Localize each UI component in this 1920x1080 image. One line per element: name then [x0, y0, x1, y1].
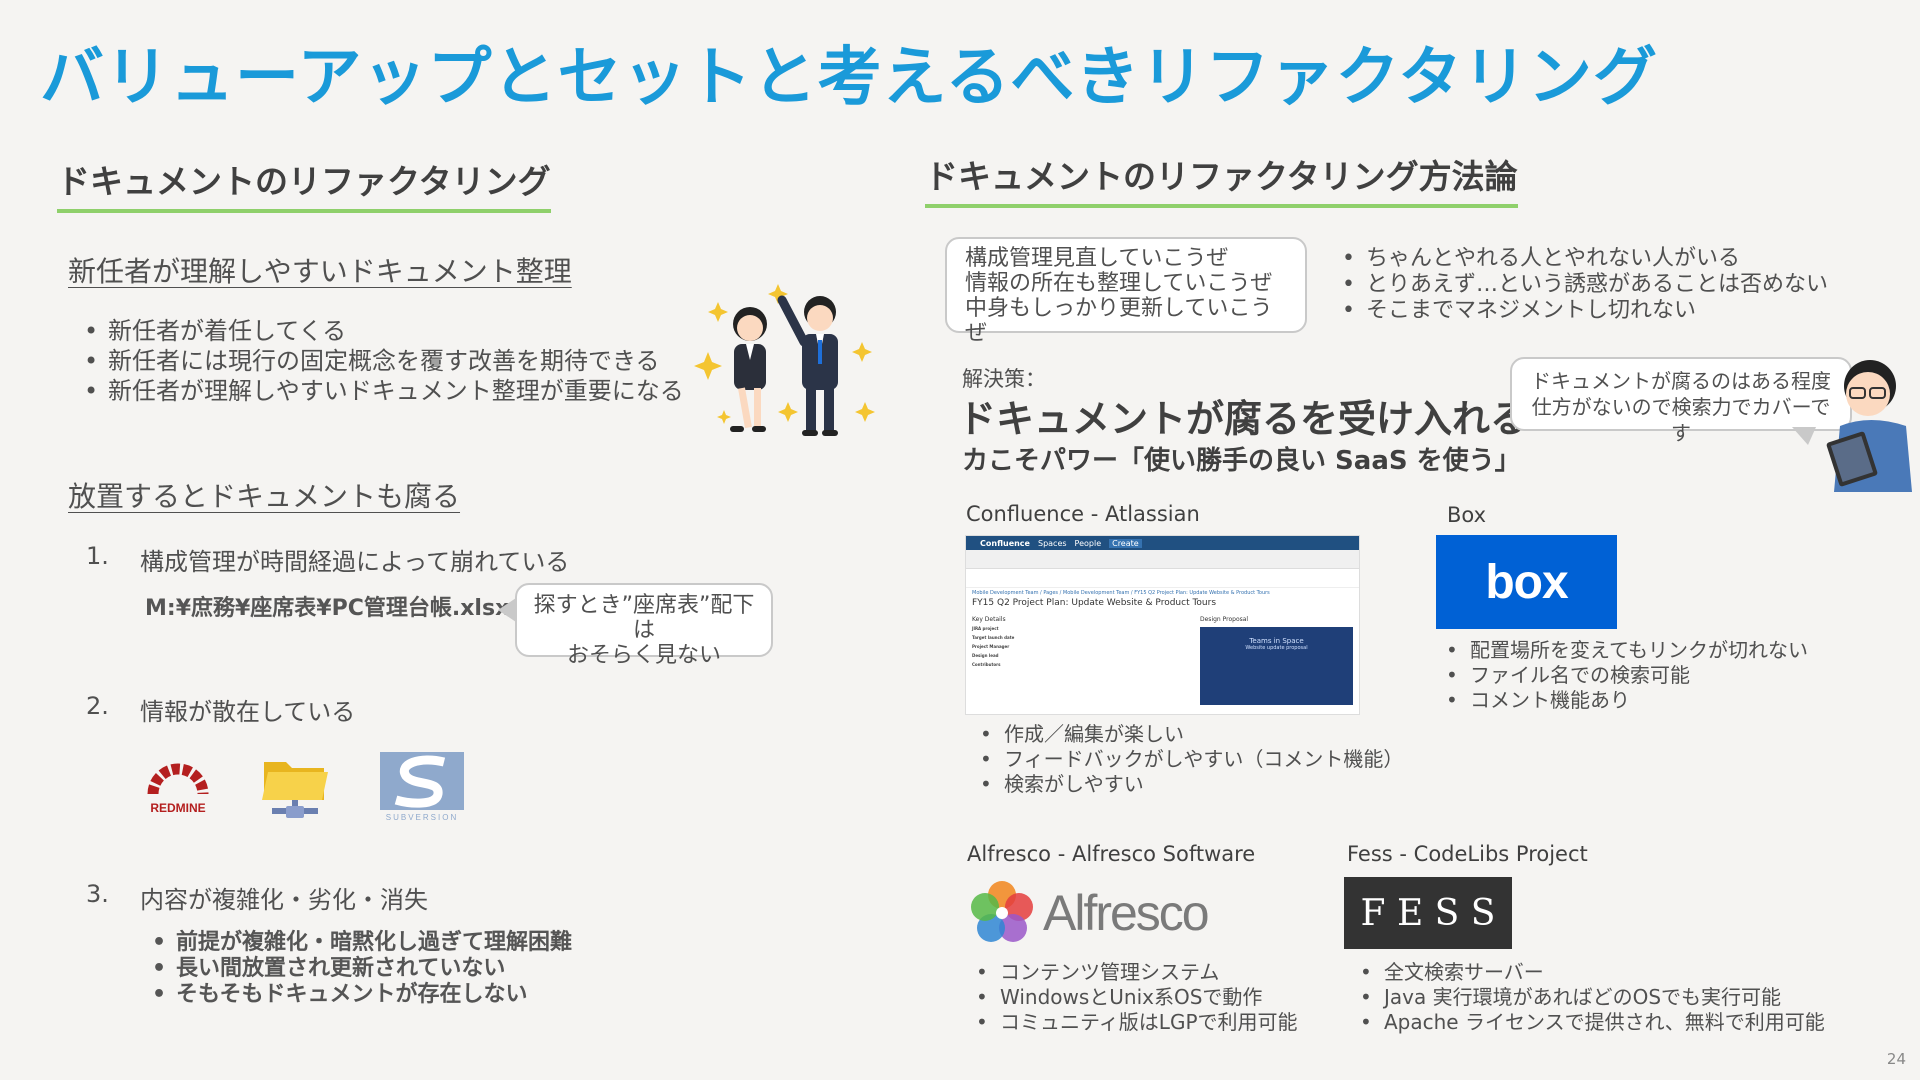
alfresco-logo: Alfresco — [965, 876, 1225, 950]
redmine-logo: REDMINE — [147, 763, 209, 815]
confluence-toolbar-2 — [966, 569, 1359, 588]
svg-text:REDMINE: REDMINE — [150, 801, 205, 815]
alfresco-flower-icon — [971, 881, 1033, 942]
list-item: 新任者が理解しやすいドキュメント整理が重要になる — [80, 376, 684, 406]
list-item: 全文検索サーバー — [1356, 960, 1825, 985]
speech-tail — [1792, 427, 1816, 445]
left-heading: ドキュメントのリファクタリング — [57, 155, 551, 213]
fess-bullets: 全文検索サーバー Java 実行環境があればどのOSでも実行可能 Apache … — [1356, 960, 1825, 1035]
item1-text: 構成管理が時間経過によって崩れている — [140, 548, 570, 576]
list-item: 作成／編集が楽しい — [976, 722, 1403, 747]
list-item: ちゃんとやれる人とやれない人がいる — [1338, 246, 1828, 272]
fess-logo: F E S S — [1344, 877, 1512, 949]
management-bubble: 構成管理見直していこうぜ 情報の所在も整理していこうぜ 中身もしっかり更新してい… — [945, 237, 1307, 346]
page-number: 24 — [1886, 1050, 1906, 1068]
bubble-tail — [498, 598, 516, 622]
subversion-logo: SUBVERSION — [380, 752, 464, 822]
confluence-topbar: Confluence Spaces People Create — [966, 536, 1359, 550]
list-item: Java 実行環境があればどのOSでも実行可能 — [1356, 985, 1825, 1010]
list-item: WindowsとUnix系OSで動作 — [972, 985, 1298, 1010]
alfresco-label: Alfresco - Alfresco Software — [967, 842, 1256, 866]
list-item: 前提が複雑化・暗黙化し過ぎて理解困難 — [148, 930, 572, 956]
right-heading: ドキュメントのリファクタリング方法論 — [925, 150, 1518, 208]
item2-number: 2. — [86, 692, 109, 720]
confluence-page-title: FY15 Q2 Project Plan: Update Website & P… — [972, 598, 1217, 608]
section2-title: 放置するとドキュメントも腐る — [68, 480, 461, 513]
search-bubble: 探すとき”座席表”配下は おそらく見ない — [515, 583, 773, 668]
confluence-key-details: Key Details JIRA project Target launch d… — [972, 616, 1015, 667]
confluence-design: Design Proposal Teams in Space Website u… — [1200, 616, 1353, 705]
man-with-tablet-illustration — [1826, 360, 1912, 492]
confluence-screenshot: Confluence Spaces People Create Mobile D… — [965, 535, 1360, 715]
slide-title: バリューアップとセットと考えるべきリファクタリング — [40, 41, 1658, 115]
item1-number: 1. — [86, 542, 109, 570]
list-item: ファイル名での検索可能 — [1442, 663, 1808, 688]
solution-sub: カこそパワー「使い勝手の良い SaaS を使う」 — [962, 446, 1521, 476]
section1-bullets: 新任者が着任してくる 新任者には現行の固定概念を覆す改善を期待できる 新任者が理… — [80, 316, 684, 406]
fess-label: Fess - CodeLibs Project — [1347, 842, 1588, 866]
svg-text:SUBVERSION: SUBVERSION — [386, 813, 458, 822]
management-bullets: ちゃんとやれる人とやれない人がいる とりあえず…という誘惑があることは否めない … — [1338, 246, 1828, 324]
list-item: 配置場所を変えてもリンクが切れない — [1442, 638, 1808, 663]
solution-main: ドキュメントが腐るを受け入れる — [958, 397, 1529, 441]
item3-text: 内容が複雑化・劣化・消失 — [140, 886, 428, 914]
item2-text: 情報が散在している — [140, 698, 356, 726]
box-bullets: 配置場所を変えてもリンクが切れない ファイル名での検索可能 コメント機能あり — [1442, 638, 1808, 713]
confluence-preview: Teams in Space Website update proposal — [1200, 627, 1353, 705]
list-item: 新任者には現行の固定概念を覆す改善を期待できる — [80, 346, 684, 376]
list-item: 長い間放置され更新されていない — [148, 956, 572, 982]
list-item: コンテンツ管理システム — [972, 960, 1298, 985]
box-logo: box — [1436, 535, 1617, 629]
list-item: そもそもドキュメントが存在しない — [148, 982, 572, 1008]
box-label: Box — [1447, 503, 1487, 527]
confluence-bullets: 作成／編集が楽しい フィードバックがしやすい（コメント機能） 検索がしやすい — [976, 722, 1403, 797]
confluence-body: Key Details JIRA project Target launch d… — [966, 608, 1359, 705]
alfresco-bullets: コンテンツ管理システム WindowsとUnix系OSで動作 コミュニティ版はL… — [972, 960, 1298, 1035]
list-item: コメント機能あり — [1442, 688, 1808, 713]
network-folder-icon — [262, 762, 328, 818]
speech-bubble: ドキュメントが腐るのはある程度 仕方がないので検索力でカバーです — [1510, 357, 1852, 445]
list-item: フィードバックがしやすい（コメント機能） — [976, 747, 1403, 772]
item3-sub-bullets: 前提が複雑化・暗黙化し過ぎて理解困難 長い間放置され更新されていない そもそもド… — [148, 930, 572, 1008]
section1-title: 新任者が理解しやすいドキュメント整理 — [68, 255, 572, 288]
celebrating-people-illustration — [694, 284, 875, 436]
confluence-label: Confluence - Atlassian — [966, 502, 1200, 526]
file-path: M:¥庶務¥座席表¥PC管理台帳.xlsx — [145, 596, 510, 621]
list-item: Apache ライセンスで提供され、無料で利用可能 — [1356, 1010, 1825, 1035]
confluence-toolbar — [966, 550, 1359, 569]
item3-number: 3. — [86, 880, 109, 908]
list-item: 新任者が着任してくる — [80, 316, 684, 346]
list-item: そこまでマネジメントし切れない — [1338, 298, 1828, 324]
confluence-breadcrumb: Mobile Development Team / Pages / Mobile… — [972, 590, 1270, 596]
list-item: 検索がしやすい — [976, 772, 1403, 797]
list-item: コミュニティ版はLGPで利用可能 — [972, 1010, 1298, 1035]
list-item: とりあえず…という誘惑があることは否めない — [1338, 272, 1828, 298]
